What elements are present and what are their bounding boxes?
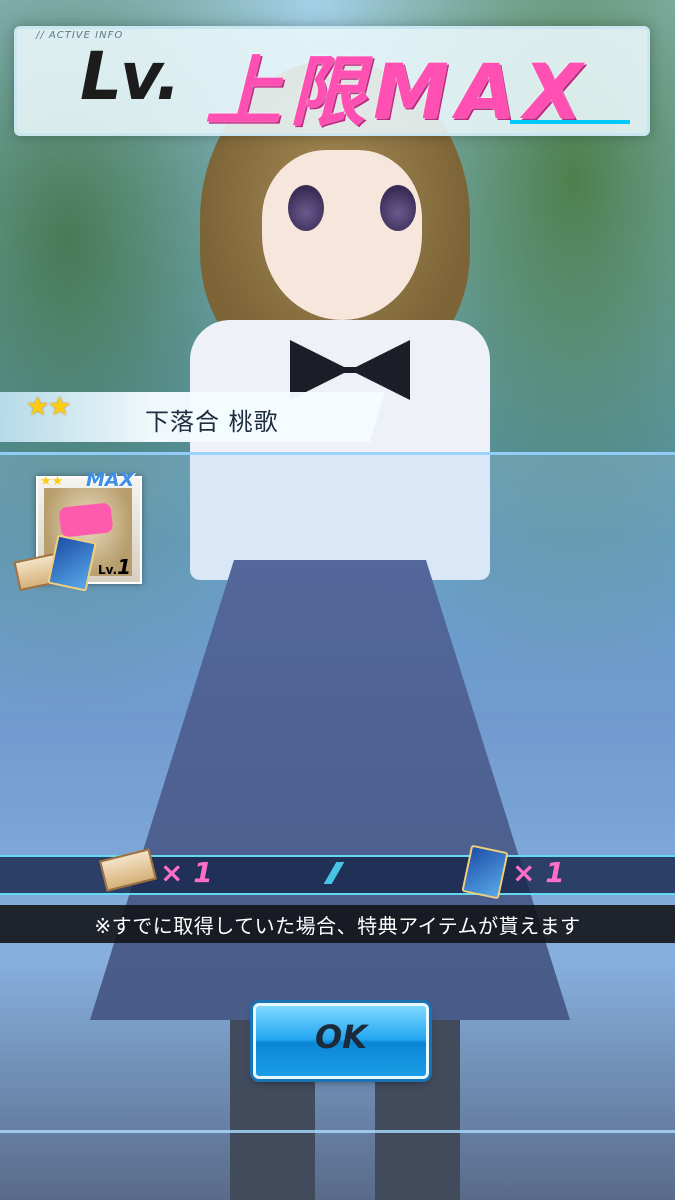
character-name: 下落合 桃歌 <box>145 408 279 436</box>
title-accent-line <box>510 120 630 124</box>
card-max-badge: MAX <box>86 469 135 491</box>
card-mask-icon <box>58 502 114 538</box>
star-icon: ★ <box>26 392 50 422</box>
ok-button-label[interactable]: OK <box>253 1018 429 1056</box>
character-face <box>262 150 422 320</box>
star-icon: ★ <box>48 392 72 422</box>
reward-count: × 1 <box>160 856 213 889</box>
frame-line <box>0 1130 675 1133</box>
card-level: Lv.1 <box>98 555 131 579</box>
character-eye-right <box>380 185 416 231</box>
notice-text: ※すでに取得していた場合、特典アイテムが貰えます <box>94 914 581 938</box>
card-star-icon: ★★ <box>40 474 64 489</box>
reward-count: × 1 <box>512 856 565 889</box>
title-lv: Lv. <box>80 38 181 115</box>
character-eye-left <box>288 185 324 231</box>
